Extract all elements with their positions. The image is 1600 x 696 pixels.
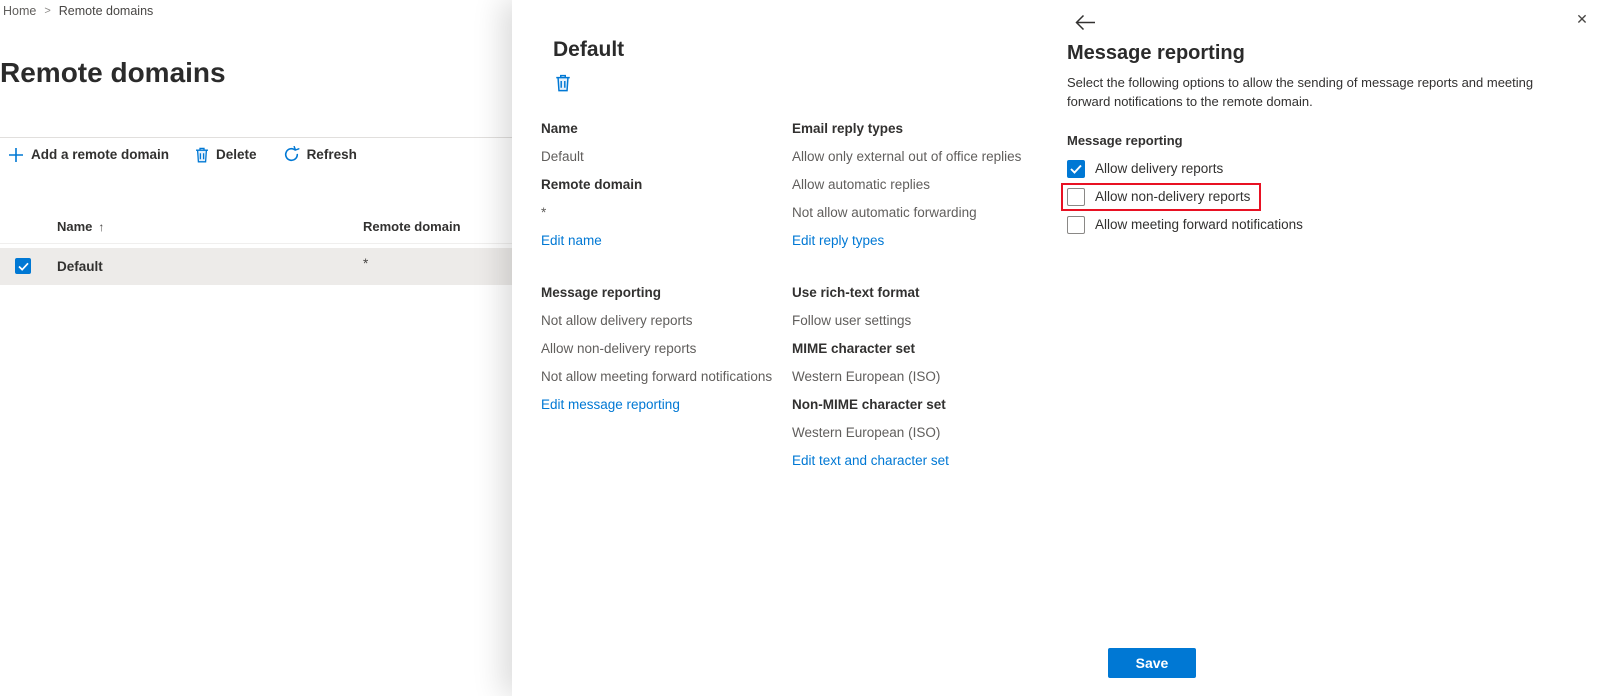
row-remote-domain-cell: * xyxy=(363,256,369,271)
add-remote-domain-label: Add a remote domain xyxy=(31,147,170,162)
trash-icon xyxy=(555,74,571,95)
allow-non-delivery-reports-option[interactable]: Allow non-delivery reports xyxy=(1067,187,1251,206)
name-value: Default xyxy=(541,148,584,164)
edit-name-link[interactable]: Edit name xyxy=(541,233,602,248)
refresh-label: Refresh xyxy=(306,147,357,162)
toolbar: Add a remote domain Delete Refresh xyxy=(8,146,357,163)
detail-title: Default xyxy=(553,38,625,61)
page-title: Remote domains xyxy=(0,57,226,88)
row-checkbox[interactable] xyxy=(15,258,31,274)
allow-delivery-reports-option[interactable]: Allow delivery reports xyxy=(1067,156,1572,182)
message-reporting-label: Message reporting xyxy=(541,284,662,300)
table-row[interactable]: Default * xyxy=(0,248,512,285)
edit-message-reporting-link[interactable]: Edit message reporting xyxy=(541,397,680,412)
edit-panel-description: Select the following options to allow th… xyxy=(1067,75,1534,109)
message-reporting-section: Message reporting Not allow delivery rep… xyxy=(541,278,792,418)
detail-delete-button[interactable] xyxy=(553,72,573,97)
allow-meeting-forward-label: Allow meeting forward notifications xyxy=(1095,217,1303,233)
sort-ascending-icon: ↑ xyxy=(98,219,105,234)
details-flyout: Default Name Default Remote domain * Edi… xyxy=(512,0,1600,696)
delete-button[interactable]: Delete xyxy=(195,147,257,163)
allow-delivery-reports-label: Allow delivery reports xyxy=(1095,161,1224,177)
remote-domains-list-panel: Home > Remote domains Remote domains Add… xyxy=(0,0,512,696)
plus-icon xyxy=(8,147,24,163)
allow-non-delivery-reports-checkbox[interactable] xyxy=(1067,187,1085,206)
highlight-box: Allow non-delivery reports xyxy=(1061,182,1262,211)
edit-reply-types-link[interactable]: Edit reply types xyxy=(792,233,884,248)
edit-panel-title: Message reporting xyxy=(1067,42,1245,64)
allow-meeting-forward-option[interactable]: Allow meeting forward notifications xyxy=(1067,212,1572,238)
close-icon[interactable]: ✕ xyxy=(1571,8,1593,30)
remote-domain-label: Remote domain xyxy=(541,176,643,192)
back-arrow-icon xyxy=(1075,14,1096,34)
breadcrumb-separator: > xyxy=(44,5,51,17)
message-reporting-value: Not allow meeting forward notifications xyxy=(541,368,773,384)
refresh-button[interactable]: Refresh xyxy=(283,146,357,163)
add-remote-domain-button[interactable]: Add a remote domain xyxy=(8,147,169,163)
row-name-cell: Default xyxy=(57,259,103,274)
allow-meeting-forward-checkbox[interactable] xyxy=(1067,215,1085,234)
breadcrumb-current: Remote domains xyxy=(58,4,154,18)
message-reporting-value: Not allow delivery reports xyxy=(541,312,693,328)
back-button[interactable] xyxy=(1073,12,1098,36)
edit-text-charset-link[interactable]: Edit text and character set xyxy=(792,453,949,468)
refresh-icon xyxy=(283,146,300,163)
message-reporting-edit-panel: ✕ Message reporting Select the following… xyxy=(1050,0,1600,696)
save-button[interactable]: Save xyxy=(1108,648,1196,678)
column-header-name[interactable]: Name ↑ xyxy=(57,219,104,234)
allow-non-delivery-reports-label: Allow non-delivery reports xyxy=(1095,189,1251,205)
title-divider xyxy=(0,137,512,138)
detail-fields: Name Default Remote domain * Edit name M… xyxy=(541,114,1122,474)
delete-label: Delete xyxy=(216,147,257,162)
message-reporting-group-label: Message reporting xyxy=(1067,132,1183,148)
allow-delivery-reports-checkbox[interactable] xyxy=(1067,159,1085,178)
remote-domain-value: * xyxy=(541,204,547,220)
edit-panel-content: Message reporting Select the following o… xyxy=(1061,42,1572,238)
message-reporting-value: Allow non-delivery reports xyxy=(541,340,697,356)
column-header-remote-domain[interactable]: Remote domain xyxy=(363,219,461,234)
table-header: Name ↑ Remote domain xyxy=(0,214,512,244)
trash-icon xyxy=(195,147,209,163)
breadcrumb: Home > Remote domains xyxy=(3,4,153,18)
detail-left-column: Name Default Remote domain * Edit name M… xyxy=(541,114,792,474)
breadcrumb-home-link[interactable]: Home xyxy=(3,4,36,18)
name-label: Name xyxy=(541,120,578,136)
name-section: Name Default Remote domain * Edit name xyxy=(541,114,792,254)
